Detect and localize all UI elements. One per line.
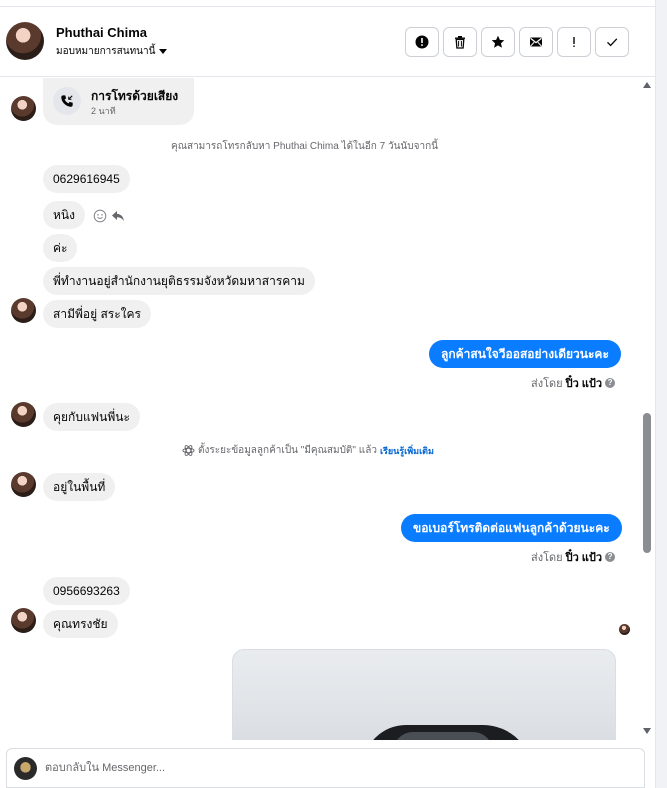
- done-button[interactable]: [595, 27, 629, 57]
- contact-avatar[interactable]: [6, 22, 44, 60]
- conversation-header: Phuthai Chima มอบหมายการสนทนานี้: [0, 7, 655, 77]
- seen-avatar: [619, 624, 630, 635]
- sent-by-name: ปิ๋ว แป้ว: [565, 378, 603, 390]
- atom-icon: [182, 445, 195, 456]
- sender-avatar: [11, 298, 36, 323]
- mail-icon: [530, 37, 542, 47]
- scrollbar-thumb[interactable]: [643, 413, 651, 553]
- lead-stage-note: ตั้งระยะข้อมูลลูกค้าเป็น "มีคุณสมบัติ" แ…: [182, 443, 434, 458]
- callback-note: คุณสามารถโทรกลับหา Phuthai Chima ได้ในอี…: [171, 141, 438, 152]
- report-button[interactable]: [405, 27, 439, 57]
- image-attachment[interactable]: [232, 649, 616, 740]
- assign-conversation-dropdown[interactable]: มอบหมายการสนทนานี้: [56, 44, 168, 59]
- check-icon: [607, 38, 618, 47]
- message-bubble[interactable]: คุยกับแฟนพี่นะ: [43, 403, 140, 431]
- star-button[interactable]: [481, 27, 515, 57]
- sent-by-prefix: ส่งโดย: [531, 552, 563, 564]
- delete-button[interactable]: [443, 27, 477, 57]
- emoji-react-icon[interactable]: [93, 209, 107, 223]
- reply-icon[interactable]: [111, 209, 125, 223]
- sender-avatar: [11, 472, 36, 497]
- message-bubble[interactable]: สามีพี่อยู่ สระใคร: [43, 300, 152, 328]
- sender-avatar: [11, 96, 36, 121]
- lead-stage-text: ตั้งระยะข้อมูลลูกค้าเป็น "มีคุณสมบัติ" แ…: [198, 445, 377, 456]
- message-bubble[interactable]: 0956693263: [43, 577, 130, 605]
- window-edge: [655, 0, 667, 788]
- car-window: [393, 732, 493, 740]
- message-bubble[interactable]: หนิง: [43, 201, 85, 229]
- sender-avatar: [11, 402, 36, 427]
- sent-by-prefix: ส่งโดย: [531, 378, 563, 390]
- sent-message-bubble[interactable]: ขอเบอร์โทรติดต่อแฟนลูกค้าด้วยนะคะ: [401, 514, 622, 542]
- help-icon[interactable]: ?: [605, 378, 616, 388]
- scroll-down-arrow[interactable]: [643, 728, 651, 734]
- mark-unread-button[interactable]: [519, 27, 553, 57]
- learn-more-link[interactable]: เรียนรู้เพิ่มเติม: [380, 444, 434, 458]
- sent-by-name: ปิ๋ว แป้ว: [565, 552, 603, 564]
- message-bubble[interactable]: 0629616945: [43, 165, 130, 193]
- contact-name[interactable]: Phuthai Chima: [56, 25, 147, 40]
- voice-call-card[interactable]: การโทรด้วยเสียง 2 นาที: [43, 78, 194, 125]
- message-thread[interactable]: การโทรด้วยเสียง 2 นาที คุณสามารถโทรกลับห…: [0, 78, 640, 740]
- alert-icon: [415, 35, 429, 49]
- message-bubble[interactable]: อยู่ในพื้นที่: [43, 473, 116, 501]
- reply-composer: [6, 748, 645, 788]
- scroll-up-arrow[interactable]: [643, 82, 651, 88]
- sent-message-bubble[interactable]: ลูกค้าสนใจวีออสอย่างเดียวนะคะ: [429, 340, 621, 368]
- caret-down-icon: [159, 49, 168, 54]
- sender-avatar: [11, 608, 36, 633]
- help-icon[interactable]: ?: [605, 552, 616, 562]
- message-bubble[interactable]: คุณทรงชัย: [43, 610, 118, 638]
- assign-label: มอบหมายการสนทนานี้: [56, 46, 156, 57]
- spam-button[interactable]: [557, 27, 591, 57]
- message-actions: [93, 209, 125, 223]
- message-bubble[interactable]: ค่ะ: [43, 234, 78, 262]
- sent-by-label: ส่งโดย ปิ๋ว แป้ว ?: [531, 374, 616, 392]
- star-icon: [491, 35, 505, 48]
- trash-icon: [455, 36, 465, 49]
- sent-by-label: ส่งโดย ปิ๋ว แป้ว ?: [531, 548, 616, 566]
- reply-input[interactable]: [45, 760, 625, 776]
- message-bubble[interactable]: พี่ทำงานอยู่สำนักงานยุติธรรมจังหวัดมหาสา…: [43, 267, 315, 295]
- page-avatar: [14, 757, 37, 780]
- exclamation-icon: [573, 37, 575, 47]
- call-duration: 2 นาที: [91, 106, 116, 116]
- header-actions: [405, 27, 629, 57]
- phone-icon: [53, 87, 81, 115]
